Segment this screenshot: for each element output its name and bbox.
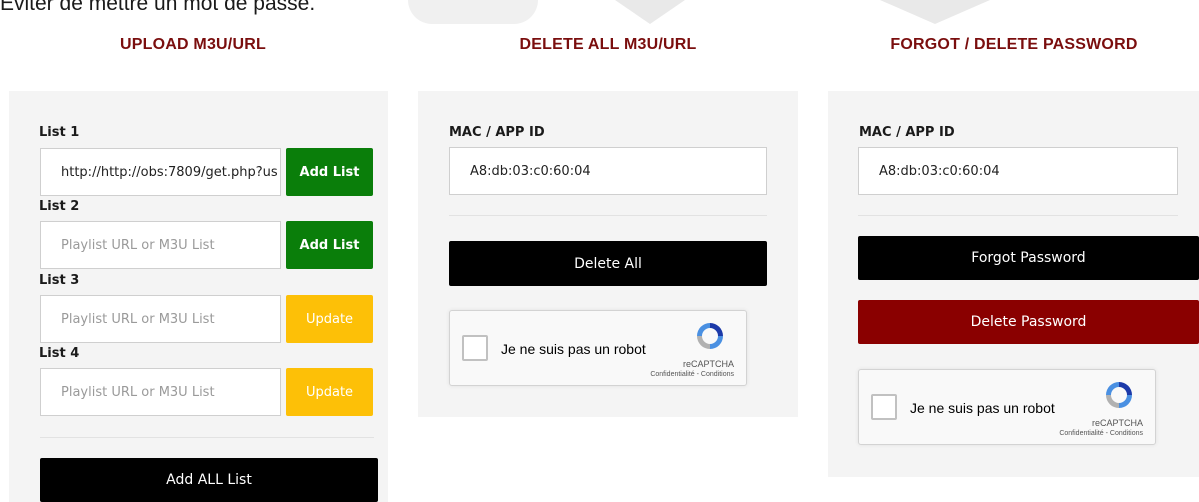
forgot-recaptcha[interactable]: Je ne suis pas un robot reCAPTCHA Confid… — [858, 369, 1156, 445]
recaptcha-icon — [697, 323, 723, 349]
list-2-label: List 2 — [39, 199, 80, 214]
list-3-label: List 3 — [39, 273, 80, 288]
recaptcha-checkbox[interactable] — [871, 394, 897, 420]
delete-title: DELETE ALL M3U/URL — [519, 36, 697, 53]
list-1-add-button[interactable]: Add List — [286, 148, 373, 196]
upload-panel: List 1 http://http://obs:7809/get.php?us… — [9, 91, 388, 502]
delete-mac-label: MAC / APP ID — [449, 125, 545, 140]
recaptcha-brand: reCAPTCHA — [682, 359, 734, 369]
add-all-list-button[interactable]: Add ALL List — [40, 458, 378, 502]
delete-password-button[interactable]: Delete Password — [858, 300, 1199, 344]
forgot-password-button[interactable]: Forgot Password — [858, 236, 1199, 280]
list-4-input[interactable]: Playlist URL or M3U List — [40, 368, 281, 416]
watermark-shape — [880, 0, 990, 24]
list-3-update-button[interactable]: Update — [286, 295, 373, 343]
forgot-title: FORGOT / DELETE PASSWORD — [890, 36, 1138, 53]
recaptcha-checkbox[interactable] — [462, 335, 488, 361]
list-2-add-button[interactable]: Add List — [286, 221, 373, 269]
watermark-shape — [408, 0, 538, 24]
upload-divider — [40, 437, 374, 438]
list-2-input[interactable]: Playlist URL or M3U List — [40, 221, 281, 269]
recaptcha-links[interactable]: Confidentialité - Conditions — [650, 371, 734, 378]
list-4-label: List 4 — [39, 346, 80, 361]
delete-recaptcha[interactable]: Je ne suis pas un robot reCAPTCHA Confid… — [449, 310, 747, 386]
list-3-input[interactable]: Playlist URL or M3U List — [40, 295, 281, 343]
forgot-mac-input[interactable]: A8:db:03:c0:60:04 — [858, 147, 1178, 195]
list-4-update-button[interactable]: Update — [286, 368, 373, 416]
recaptcha-text: Je ne suis pas un robot — [501, 341, 646, 357]
recaptcha-links[interactable]: Confidentialité - Conditions — [1059, 430, 1143, 437]
upload-title: UPLOAD M3U/URL — [120, 36, 266, 53]
intro-text: Eviter de mettre un mot de passe. — [0, 0, 316, 15]
delete-divider — [449, 215, 767, 216]
delete-mac-input[interactable]: A8:db:03:c0:60:04 — [449, 147, 767, 195]
list-1-label: List 1 — [39, 125, 80, 140]
recaptcha-icon — [1106, 382, 1132, 408]
forgot-panel: MAC / APP ID A8:db:03:c0:60:04 Forgot Pa… — [828, 91, 1199, 477]
recaptcha-text: Je ne suis pas un robot — [910, 400, 1055, 416]
list-1-input[interactable]: http://http://obs:7809/get.php?us — [40, 148, 281, 196]
recaptcha-brand: reCAPTCHA — [1091, 418, 1143, 428]
forgot-mac-label: MAC / APP ID — [859, 125, 955, 140]
watermark-shape — [615, 0, 685, 24]
forgot-divider — [858, 215, 1178, 216]
delete-panel: MAC / APP ID A8:db:03:c0:60:04 Delete Al… — [418, 91, 798, 417]
delete-all-button[interactable]: Delete All — [449, 241, 767, 286]
